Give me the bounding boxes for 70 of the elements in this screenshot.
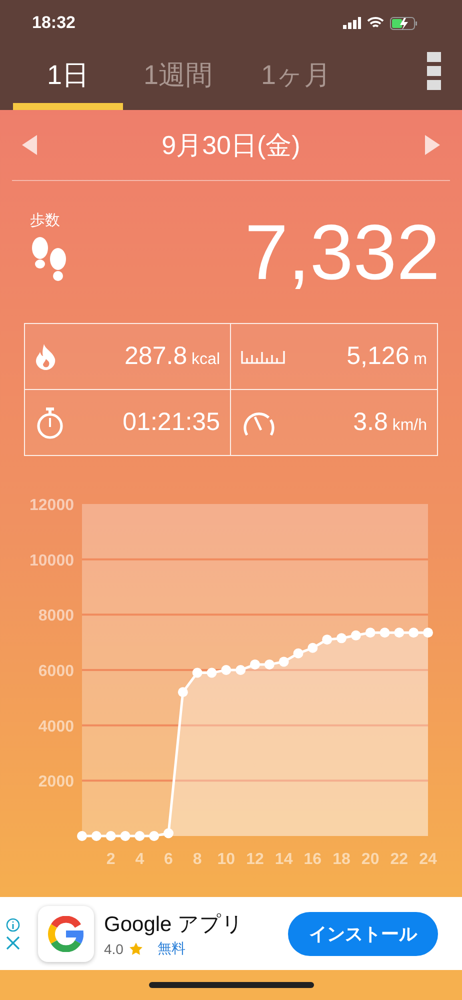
x-tick-label: 20 xyxy=(361,851,380,868)
battery-icon xyxy=(390,16,418,30)
point xyxy=(264,659,274,670)
status-time: 18:32 xyxy=(32,13,76,33)
point xyxy=(221,665,232,675)
y-tick-label: 2000 xyxy=(38,774,74,791)
x-tick-label: 18 xyxy=(332,851,350,868)
app-icon xyxy=(38,906,94,962)
point xyxy=(134,831,145,841)
stopwatch-icon xyxy=(35,406,65,438)
point xyxy=(206,668,217,678)
point xyxy=(308,642,318,653)
point xyxy=(236,665,246,675)
star-icon xyxy=(129,942,144,956)
y-tick-label: 8000 xyxy=(38,608,74,625)
point xyxy=(120,831,130,841)
stat-value: 287.8 kcal xyxy=(124,342,220,371)
point xyxy=(192,668,202,678)
x-tick-label: 6 xyxy=(164,851,173,868)
point xyxy=(408,628,419,638)
app-title: Google アプリ xyxy=(104,912,245,938)
app-rating: 4.0 xyxy=(104,940,124,956)
y-tick-label: 10000 xyxy=(30,552,74,570)
point xyxy=(350,630,361,640)
app-price: 無料 xyxy=(157,940,186,958)
step-count: 7,332 xyxy=(244,213,440,291)
period-tab[interactable]: 1ヶ月 xyxy=(241,40,351,110)
point xyxy=(394,628,404,638)
period-tab[interactable]: 1週間 xyxy=(123,40,233,110)
x-tick-label: 4 xyxy=(135,851,144,868)
point xyxy=(149,831,160,841)
stat-value: 5,126 m xyxy=(346,342,427,371)
point xyxy=(293,648,304,658)
stat-value: 3.8 km/h xyxy=(353,408,427,437)
flame-icon xyxy=(35,342,57,370)
point xyxy=(106,831,116,841)
wifi-icon xyxy=(367,17,384,29)
point xyxy=(77,831,87,841)
info-icon[interactable] xyxy=(6,918,20,932)
x-tick-label: 10 xyxy=(217,851,236,868)
point xyxy=(423,628,433,638)
menu-icon[interactable] xyxy=(427,52,441,90)
x-tick-label: 2 xyxy=(106,851,116,868)
date-label: 9月30日(金) xyxy=(162,128,300,162)
point xyxy=(91,831,102,841)
point xyxy=(380,628,390,638)
point xyxy=(250,659,260,670)
signal-icon xyxy=(343,17,361,29)
x-tick-label: 14 xyxy=(274,851,293,868)
point xyxy=(164,828,174,838)
stat-value: 01:21:35 xyxy=(122,408,220,437)
install-button[interactable]: インストール xyxy=(288,912,438,956)
point xyxy=(365,628,376,638)
point xyxy=(336,633,346,644)
point xyxy=(278,656,289,667)
y-tick-label: 4000 xyxy=(38,718,74,736)
point xyxy=(178,687,188,698)
x-tick-label: 8 xyxy=(192,851,202,868)
x-tick-label: 22 xyxy=(390,851,408,868)
point xyxy=(322,634,332,645)
close-icon[interactable] xyxy=(6,936,20,950)
ruler-icon xyxy=(241,350,285,364)
y-tick-label: 12000 xyxy=(30,497,74,514)
x-tick-label: 16 xyxy=(304,851,322,868)
x-tick-label: 24 xyxy=(419,851,437,868)
y-tick-label: 6000 xyxy=(38,663,74,680)
next-icon[interactable] xyxy=(424,135,440,155)
previous-icon[interactable] xyxy=(22,135,38,155)
steps-label: 歩数 xyxy=(30,211,61,230)
x-tick-label: 12 xyxy=(246,851,264,868)
